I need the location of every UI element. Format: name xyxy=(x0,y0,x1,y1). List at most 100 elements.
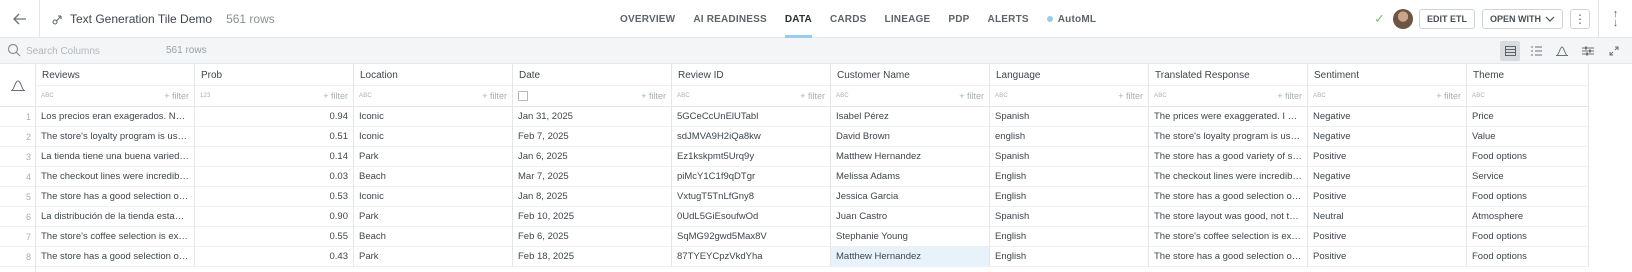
table-cell[interactable]: Beach xyxy=(354,227,512,247)
add-filter-link[interactable]: + filter xyxy=(1436,91,1461,101)
column-header[interactable]: Sentiment xyxy=(1308,64,1466,86)
table-cell[interactable]: Jan 31, 2025 xyxy=(513,107,671,127)
table-cell[interactable]: Food options xyxy=(1467,227,1588,247)
table-cell[interactable]: Juan Castro xyxy=(831,207,989,227)
table-cell[interactable]: Positive xyxy=(1308,187,1466,207)
add-filter-link[interactable]: + filter xyxy=(1118,91,1143,101)
table-cell[interactable]: English xyxy=(990,247,1148,267)
tab-pdp[interactable]: PDP xyxy=(948,0,969,38)
table-cell[interactable]: Park xyxy=(354,207,512,227)
table-cell[interactable]: 0.51 xyxy=(195,127,353,147)
add-filter-link[interactable]: + filter xyxy=(482,91,507,101)
table-cell[interactable]: Matthew Hernandez xyxy=(831,247,989,267)
add-filter-link[interactable]: + filter xyxy=(1277,91,1302,101)
table-cell[interactable]: Ez1kskpmt5Urq9y xyxy=(672,147,830,167)
column-header[interactable]: Theme xyxy=(1467,64,1588,86)
table-cell[interactable]: Price xyxy=(1467,107,1588,127)
table-cell[interactable]: Beach xyxy=(354,167,512,187)
column-filter[interactable]: + filter xyxy=(513,86,671,107)
table-cell[interactable]: sdJMVA9H2iQa8kw xyxy=(672,127,830,147)
avatar[interactable] xyxy=(1393,9,1413,29)
table-cell[interactable]: The store's loyalty program is useless. … xyxy=(1149,127,1307,147)
search-columns-input[interactable] xyxy=(26,42,156,60)
table-cell[interactable]: Neutral xyxy=(1308,207,1466,227)
table-cell[interactable]: The prices were exaggerated. I will not … xyxy=(1149,107,1307,127)
table-cell[interactable]: Spanish xyxy=(990,207,1148,227)
table-cell[interactable]: Feb 10, 2025 xyxy=(513,207,671,227)
table-cell[interactable]: The checkout lines were incredibly slow,… xyxy=(1149,167,1307,187)
table-cell[interactable]: 0UdL5GiEsoufwOd xyxy=(672,207,830,227)
table-cell[interactable]: english xyxy=(990,127,1148,147)
table-cell[interactable]: VxtugT5TnLfGny8 xyxy=(672,187,830,207)
table-cell[interactable]: 5GCeCcUnElUTabl xyxy=(672,107,830,127)
table-cell[interactable]: Matthew Hernandez xyxy=(831,147,989,167)
tab-data[interactable]: DATA xyxy=(784,0,813,38)
table-cell[interactable]: Iconic xyxy=(354,107,512,127)
column-header[interactable]: Date xyxy=(513,64,671,86)
tab-overview[interactable]: OVERVIEW xyxy=(620,0,675,38)
table-view-button[interactable] xyxy=(1500,41,1520,61)
back-button[interactable] xyxy=(0,0,40,38)
tab-lineage[interactable]: LINEAGE xyxy=(885,0,931,38)
table-cell[interactable]: Los precios eran exagerados. No volver..… xyxy=(36,107,194,127)
add-filter-link[interactable]: + filter xyxy=(641,91,666,101)
table-cell[interactable]: Stephanie Young xyxy=(831,227,989,247)
profile-view-button[interactable] xyxy=(1552,41,1572,61)
table-cell[interactable]: Food options xyxy=(1467,147,1588,167)
table-cell[interactable]: Positive xyxy=(1308,147,1466,167)
table-cell[interactable]: English xyxy=(990,167,1148,187)
table-cell[interactable]: The store's coffee selection is excellen… xyxy=(36,227,194,247)
table-cell[interactable]: The store's loyalty program is useless. … xyxy=(36,127,194,147)
column-filter[interactable]: ABC + filter xyxy=(36,86,194,107)
table-cell[interactable]: Positive xyxy=(1308,247,1466,267)
table-cell[interactable]: The store has a good selection of eggs a… xyxy=(1149,187,1307,207)
table-cell[interactable]: English xyxy=(990,227,1148,247)
table-cell[interactable]: Spanish xyxy=(990,147,1148,167)
table-cell[interactable]: Mar 7, 2025 xyxy=(513,167,671,187)
table-cell[interactable]: The store layout was good, not the best,… xyxy=(1149,207,1307,227)
column-filter[interactable]: ABC + filter xyxy=(1308,86,1466,107)
table-cell[interactable]: 87TYEYCpzVkdYha xyxy=(672,247,830,267)
table-cell[interactable]: The store has a good selection of sauces… xyxy=(36,247,194,267)
table-cell[interactable]: The store's coffee selection is excellen… xyxy=(1149,227,1307,247)
add-filter-link[interactable]: + filter xyxy=(959,91,984,101)
edit-etl-button[interactable]: EDIT ETL xyxy=(1419,9,1475,29)
column-stats-toggle[interactable] xyxy=(0,64,35,107)
column-header[interactable]: Translated Response xyxy=(1149,64,1307,86)
table-cell[interactable]: Isabel Pérez xyxy=(831,107,989,127)
table-cell[interactable]: The store has a good variety of snacks a… xyxy=(1149,147,1307,167)
add-filter-link[interactable]: + filter xyxy=(800,91,825,101)
open-with-button[interactable]: OPEN WITH xyxy=(1482,9,1563,29)
table-cell[interactable]: Iconic xyxy=(354,127,512,147)
add-filter-link[interactable]: + filter xyxy=(323,91,348,101)
column-filter[interactable]: ABC xyxy=(1467,86,1588,107)
tab-automl[interactable]: AutoML xyxy=(1046,0,1096,38)
table-cell[interactable]: Spanish xyxy=(990,107,1148,127)
column-header[interactable]: Prob xyxy=(195,64,353,86)
table-cell[interactable]: La distribución de la tienda estaba bien… xyxy=(36,207,194,227)
table-cell[interactable]: Negative xyxy=(1308,127,1466,147)
table-cell[interactable]: English xyxy=(990,187,1148,207)
table-cell[interactable]: Feb 18, 2025 xyxy=(513,247,671,267)
table-cell[interactable]: Service xyxy=(1467,167,1588,187)
column-header[interactable]: Review ID xyxy=(672,64,830,86)
settings-button[interactable] xyxy=(1578,41,1598,61)
column-filter[interactable]: ABC + filter xyxy=(354,86,512,107)
column-filter[interactable]: ABC + filter xyxy=(831,86,989,107)
column-filter[interactable]: ABC + filter xyxy=(672,86,830,107)
expand-button[interactable] xyxy=(1604,41,1624,61)
table-cell[interactable]: Jessica Garcia xyxy=(831,187,989,207)
table-cell[interactable]: 0.55 xyxy=(195,227,353,247)
table-cell[interactable]: Jan 8, 2025 xyxy=(513,187,671,207)
table-cell[interactable]: The store has a good selection of eggs a… xyxy=(36,187,194,207)
table-cell[interactable]: 0.43 xyxy=(195,247,353,267)
table-cell[interactable]: David Brown xyxy=(831,127,989,147)
table-cell[interactable]: Iconic xyxy=(354,187,512,207)
more-options-button[interactable]: ⋮ xyxy=(1570,9,1590,29)
table-cell[interactable]: piMcY1C1f9qDTgr xyxy=(672,167,830,187)
table-cell[interactable]: Feb 7, 2025 xyxy=(513,127,671,147)
table-cell[interactable]: The checkout lines were incredibly slow,… xyxy=(36,167,194,187)
table-cell[interactable]: Park xyxy=(354,247,512,267)
add-filter-link[interactable]: + filter xyxy=(164,91,189,101)
table-cell[interactable]: Feb 6, 2025 xyxy=(513,227,671,247)
